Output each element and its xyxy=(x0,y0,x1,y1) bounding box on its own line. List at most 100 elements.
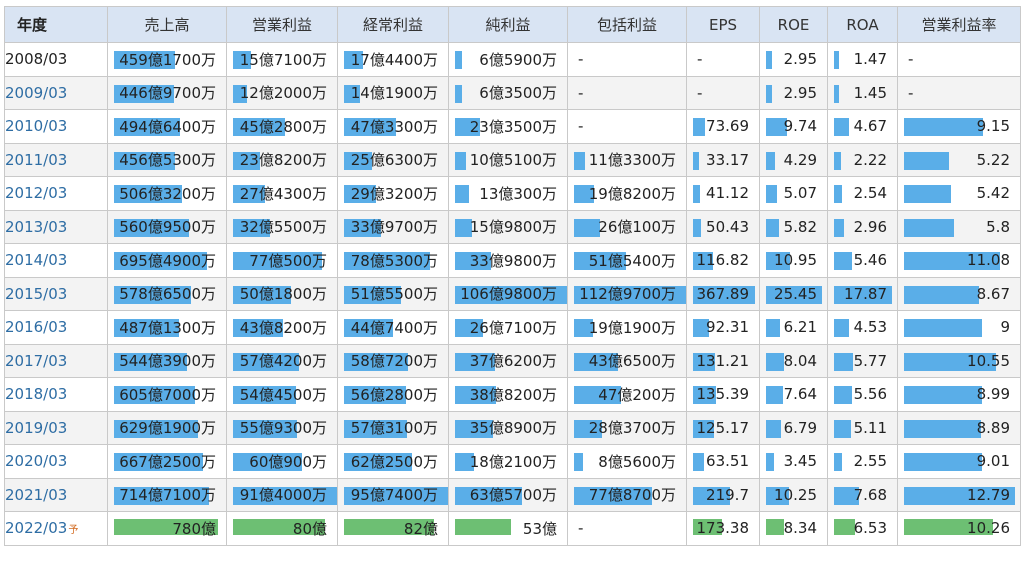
cell-value: 19億8200万 xyxy=(588,184,676,203)
eps-cell: 63.51 xyxy=(686,444,760,479)
cell-value: 33億9700万 xyxy=(350,218,438,237)
operating-margin-cell: - xyxy=(897,42,1021,77)
cell-value: 18億2100万 xyxy=(469,452,557,471)
cell-value: 33億9800万 xyxy=(469,251,557,270)
operating-margin-cell: 5.22 xyxy=(897,142,1021,177)
cell-value: 780億 xyxy=(172,519,216,538)
net-income-cell: 106億9800万 xyxy=(448,276,568,311)
year-link[interactable]: 2015/03 xyxy=(4,276,108,311)
roe-cell: 9.74 xyxy=(759,109,828,144)
eps-cell: 135.39 xyxy=(686,377,760,412)
cell-value: 41.12 xyxy=(706,184,749,203)
header-row: 年度 売上高 営業利益 経常利益 純利益 包括利益 EPS ROE ROA 営業… xyxy=(4,6,1021,43)
ordinary-income-cell: 25億6300万 xyxy=(337,142,449,177)
cell-value: 494億6400万 xyxy=(119,117,216,136)
table-row: 2009/03 446億9700万 12億2000万 14億1900万 6億3500万 -… xyxy=(4,75,1021,110)
eps-cell: - xyxy=(686,75,760,110)
cell-value: 43億8200万 xyxy=(239,318,327,337)
roe-cell: 10.95 xyxy=(759,243,828,278)
roe-cell: 10.25 xyxy=(759,477,828,512)
year-link[interactable]: 2011/03 xyxy=(4,142,108,177)
cell-value: 112億9700万 xyxy=(579,285,676,304)
operating-income-cell: 77億500万 xyxy=(226,243,338,278)
year-link[interactable]: 2013/03 xyxy=(4,209,108,244)
year-label: 2008/03 xyxy=(5,50,68,69)
year-label: 2013/03 xyxy=(5,217,68,236)
cell-value: 131.21 xyxy=(696,351,750,370)
cell-value: 5.42 xyxy=(976,184,1010,203)
cell-value: 9.15 xyxy=(976,117,1010,136)
cell-value: 19億1900万 xyxy=(588,318,676,337)
cell-value: 62億2500万 xyxy=(350,452,438,471)
cell-value: 77億500万 xyxy=(249,251,327,270)
eps-cell: 33.17 xyxy=(686,142,760,177)
year-link[interactable]: 2022/03予 xyxy=(4,511,108,546)
cell-value: 53億 xyxy=(522,519,557,538)
operating-income-cell: 43億8200万 xyxy=(226,310,338,345)
cell-value: 23億8200万 xyxy=(239,151,327,170)
cell-value: 6.53 xyxy=(853,519,887,538)
cell-value: 629億1900万 xyxy=(119,419,216,438)
net-income-cell: 23億3500万 xyxy=(448,109,568,144)
year-link[interactable]: 2016/03 xyxy=(4,310,108,345)
ordinary-income-cell: 51億5500万 xyxy=(337,276,449,311)
roa-cell: 17.87 xyxy=(827,276,898,311)
year-link[interactable]: 2021/03 xyxy=(4,477,108,512)
year-link[interactable]: 2014/03 xyxy=(4,243,108,278)
cell-value: 45億2800万 xyxy=(239,117,327,136)
sales-cell: 578億6500万 xyxy=(107,276,227,311)
cell-value: 28億3700万 xyxy=(588,419,676,438)
cell-value: 44億7400万 xyxy=(350,318,438,337)
operating-margin-cell: 8.89 xyxy=(897,410,1021,445)
cell-value: 47億200万 xyxy=(598,385,676,404)
net-income-cell: 33億9800万 xyxy=(448,243,568,278)
cell-value: 38億8200万 xyxy=(469,385,557,404)
roe-cell: 5.82 xyxy=(759,209,828,244)
operating-income-cell: 12億2000万 xyxy=(226,75,338,110)
comprehensive-income-cell: 19億1900万 xyxy=(567,310,687,345)
cell-value: 135.39 xyxy=(696,385,750,404)
year-link[interactable]: 2017/03 xyxy=(4,343,108,378)
cell-value: 5.07 xyxy=(783,184,817,203)
cell-value: 446億9700万 xyxy=(119,84,216,103)
cell-value: 695億4900万 xyxy=(119,251,216,270)
operating-margin-cell: 9 xyxy=(897,310,1021,345)
roe-cell: 7.64 xyxy=(759,377,828,412)
cell-value: 51億5500万 xyxy=(350,285,438,304)
eps-cell: 50.43 xyxy=(686,209,760,244)
roa-cell: 2.22 xyxy=(827,142,898,177)
eps-cell: 116.82 xyxy=(686,243,760,278)
cell-value: - xyxy=(908,83,914,102)
cell-value: 8.34 xyxy=(783,519,817,538)
year-link[interactable]: 2020/03 xyxy=(4,444,108,479)
year-link[interactable]: 2009/03 xyxy=(4,75,108,110)
comprehensive-income-cell: 43億6500万 xyxy=(567,343,687,378)
year-label: 2016/03 xyxy=(5,318,68,337)
operating-income-cell: 80億 xyxy=(226,511,338,546)
cell-value: 714億7100万 xyxy=(119,486,216,505)
year-link[interactable]: 2019/03 xyxy=(4,410,108,445)
ordinary-income-cell: 78億5300万 xyxy=(337,243,449,278)
comprehensive-income-cell: - xyxy=(567,511,687,546)
cell-value: 57億3100万 xyxy=(350,419,438,438)
cell-value: 9.01 xyxy=(976,452,1010,471)
cell-value: 32億5500万 xyxy=(239,218,327,237)
header-roa: ROA xyxy=(827,6,898,43)
cell-value: 27億4300万 xyxy=(239,184,327,203)
year-link[interactable]: 2012/03 xyxy=(4,176,108,211)
cell-value: 2.22 xyxy=(853,150,887,169)
year-link[interactable]: 2010/03 xyxy=(4,109,108,144)
ordinary-income-cell: 29億3200万 xyxy=(337,176,449,211)
cell-value: - xyxy=(578,117,584,136)
net-income-cell: 63億5700万 xyxy=(448,477,568,512)
operating-income-cell: 57億4200万 xyxy=(226,343,338,378)
net-income-cell: 53億 xyxy=(448,511,568,546)
cell-value: 25.45 xyxy=(774,284,817,303)
year-label: 2009/03 xyxy=(5,83,68,102)
table-row: 2010/03 494億6400万 45億2800万 47億3300万 23億3500万… xyxy=(4,109,1021,144)
table-row: 2015/03 578億6500万 50億1800万 51億5500万 106億9800… xyxy=(4,276,1021,311)
cell-value: 106億9800万 xyxy=(460,285,557,304)
roe-cell: 6.21 xyxy=(759,310,828,345)
header-sales: 売上高 xyxy=(107,6,227,43)
year-link[interactable]: 2018/03 xyxy=(4,377,108,412)
